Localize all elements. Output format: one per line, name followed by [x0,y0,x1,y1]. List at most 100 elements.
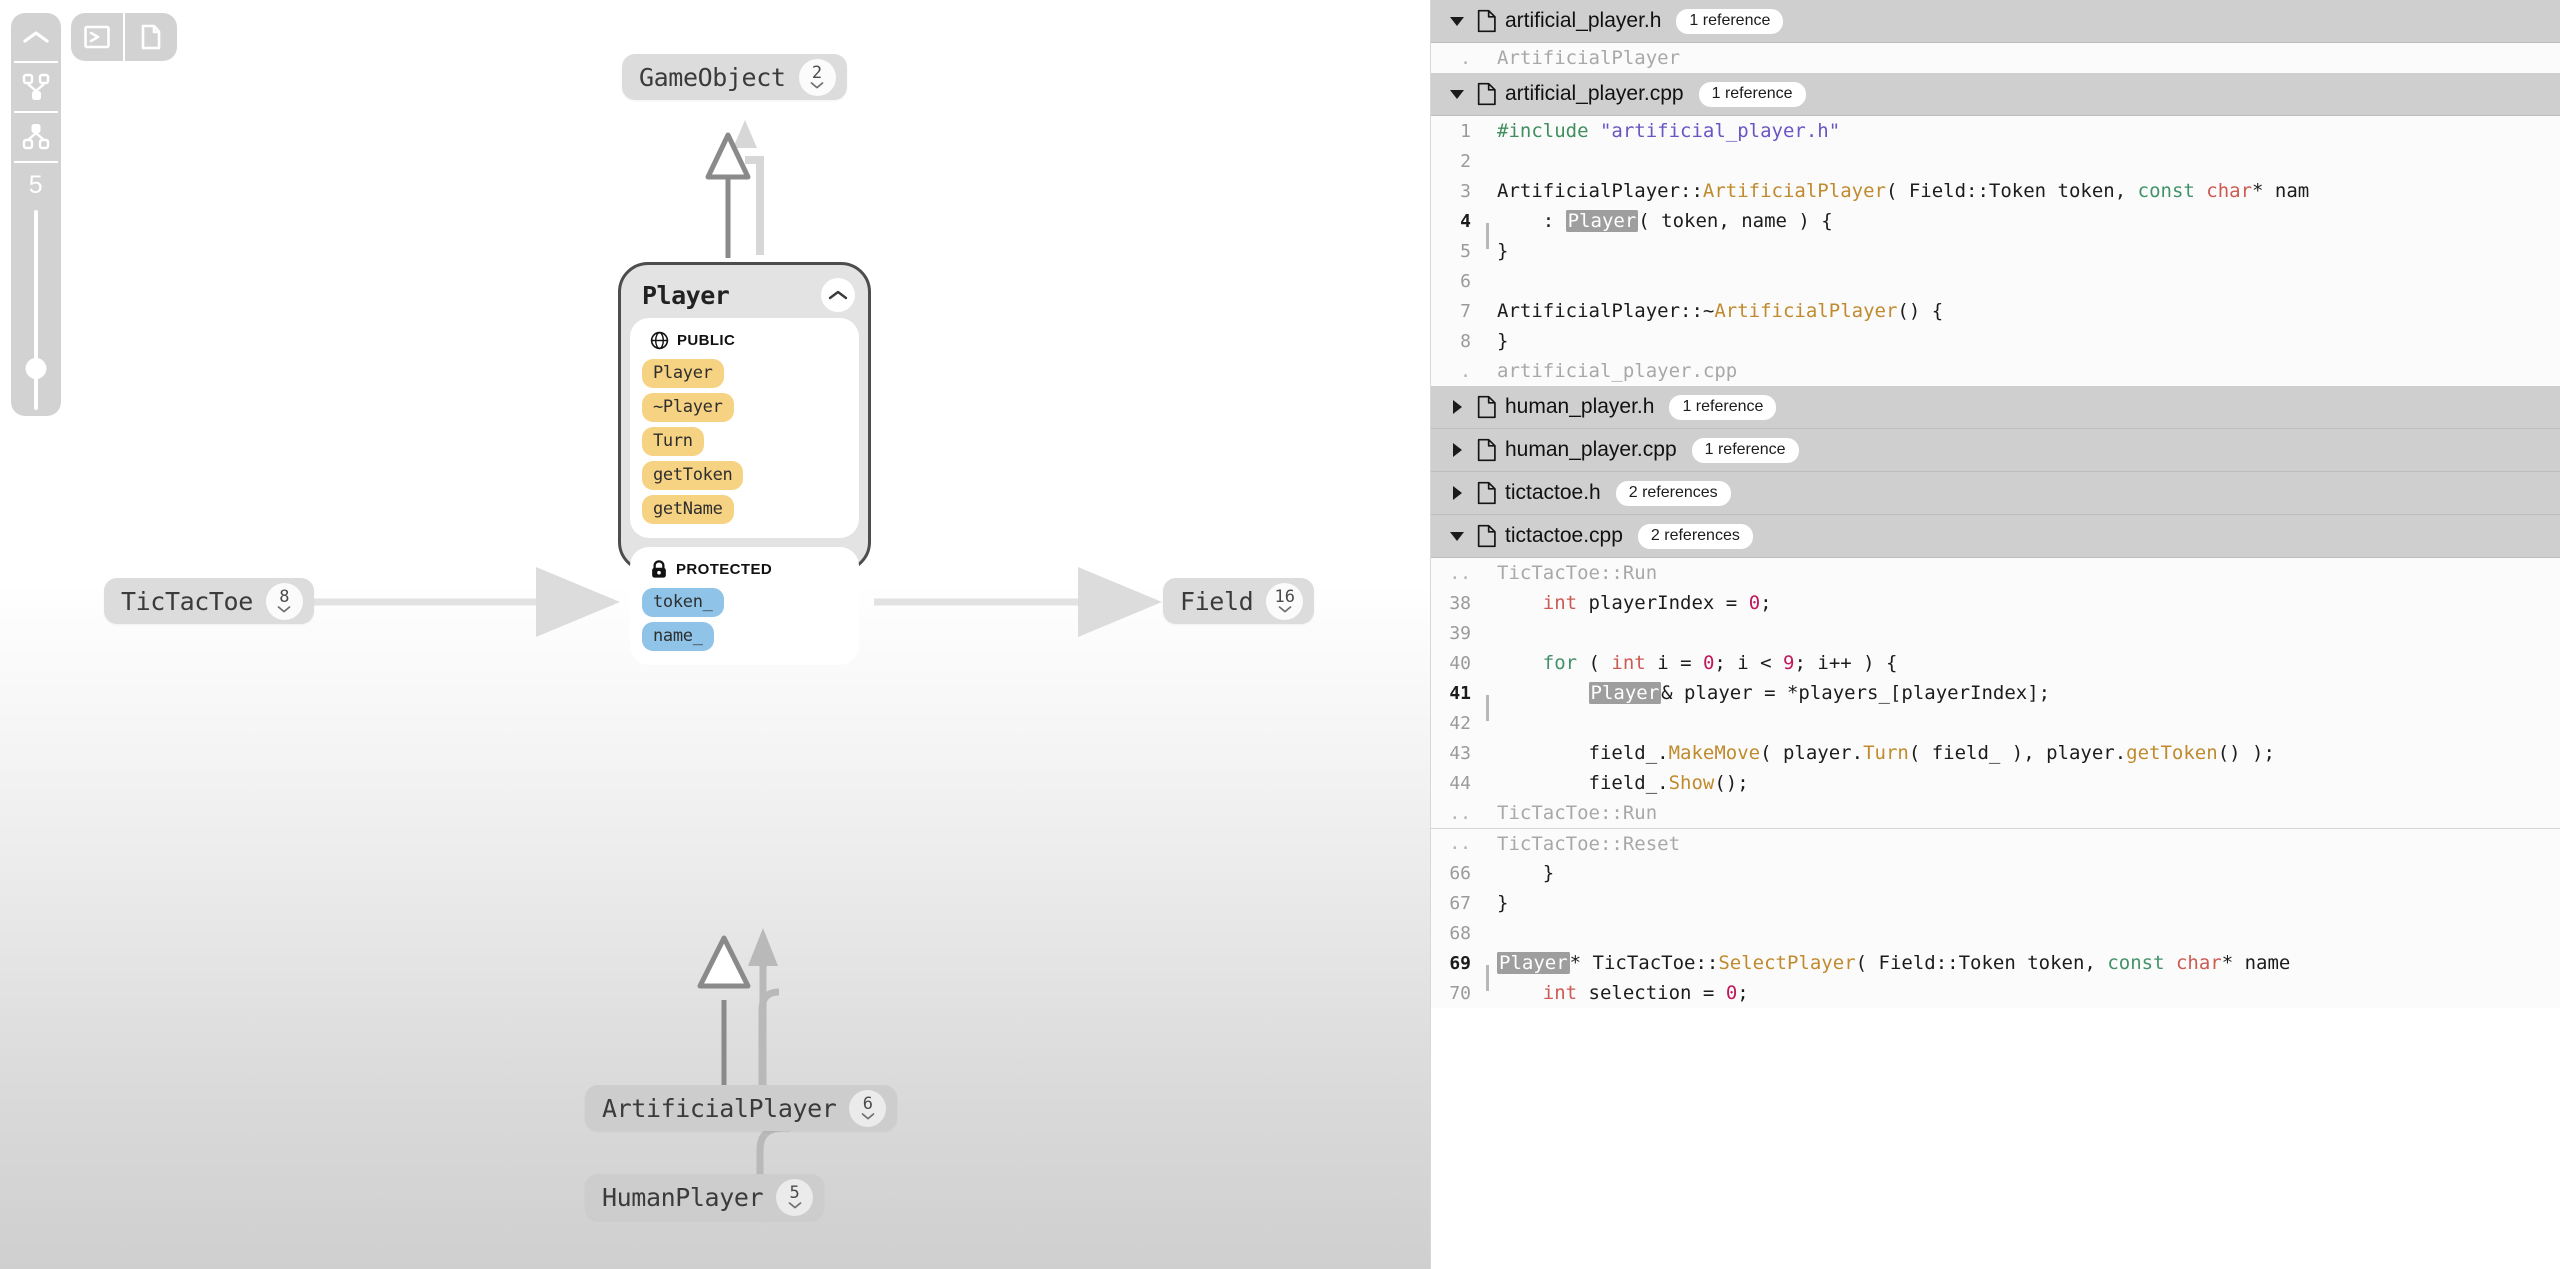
context-label: ArtificialPlayer [1497,47,1681,69]
chevron-right-icon[interactable] [1447,443,1467,457]
chevron-down-icon[interactable] [1447,89,1467,99]
code-line[interactable]: 2 [1431,146,2560,176]
code-context-row: . artificial_player.cpp [1431,356,2560,386]
code-block[interactable]: .. TicTacToe::Run38 int playerIndex = 0;3… [1431,558,2560,1008]
node-badge[interactable]: 2 [798,58,836,96]
code-line[interactable]: 39 [1431,618,2560,648]
line-number: 1 [1460,120,1471,142]
dependencies-graph-button[interactable] [11,113,61,161]
reference-count-badge: 1 reference [1676,8,1784,34]
code-token: ; i < [1714,652,1784,674]
file-row[interactable]: tictactoe.h 2 references [1431,472,2560,515]
code-token: SelectPlayer [1718,952,1856,974]
dependents-graph-button[interactable] [11,63,61,111]
member-chip[interactable]: getName [642,495,734,524]
member-chip[interactable]: ~Player [642,393,734,422]
file-row[interactable]: artificial_player.cpp 1 reference [1431,73,2560,116]
collapse-card-button[interactable] [821,278,855,312]
member-chip[interactable]: name_ [642,622,714,651]
code-line[interactable]: 66 } [1431,858,2560,888]
chevron-down-icon[interactable] [1447,531,1467,541]
node-badge[interactable]: 6 [849,1089,887,1127]
code-line[interactable]: 70 int selection = 0; [1431,978,2560,1008]
graph-canvas[interactable]: 5 GameObject 2 TicTacToe 8 Field 16 Arti… [0,0,1430,1269]
line-number: 7 [1460,300,1471,322]
code-line[interactable]: 7 ArtificialPlayer::~ArtificialPlayer() { [1431,296,2560,326]
code-token: int [1611,652,1646,674]
file-row[interactable]: tictactoe.cpp 2 references [1431,515,2560,558]
member-chip[interactable]: Turn [642,427,704,456]
member-chip[interactable]: getToken [642,461,744,490]
dependents-graph-icon [22,73,50,100]
code-token: :: [1680,180,1703,202]
node-humanplayer[interactable]: HumanPlayer 5 [585,1174,825,1220]
code-line[interactable]: 8} [1431,326,2560,356]
line-number: 39 [1449,622,1471,644]
file-name: tictactoe.cpp [1505,524,1623,547]
code-token: MakeMove [1668,742,1761,764]
references-panel[interactable]: artificial_player.h 1 reference. Artificia… [1430,0,2560,1269]
code-line[interactable]: 44 field_.Show(); [1431,768,2560,798]
code-line[interactable]: 68 [1431,918,2560,948]
code-line[interactable]: 69 Player * TicTacToe::SelectPlayer( Field… [1431,948,2560,991]
code-line[interactable]: 67} [1431,888,2560,918]
file-row[interactable]: human_player.cpp 1 reference [1431,429,2560,472]
code-line[interactable]: 42 [1431,708,2560,738]
canvas-top-buttons [71,13,177,61]
chevron-right-icon[interactable] [1447,486,1467,500]
node-badge[interactable]: 16 [1266,582,1304,620]
terminal-button[interactable] [71,13,123,61]
node-gameobject[interactable]: GameObject 2 [622,54,847,100]
file-row[interactable]: artificial_player.h 1 reference [1431,0,2560,43]
code-line[interactable]: 43 field_.MakeMove( player.Turn( field_ … [1431,738,2560,768]
file-button[interactable] [125,13,177,61]
node-badge[interactable]: 5 [776,1178,814,1216]
node-label: ArtificialPlayer [602,1093,837,1123]
file-icon [1475,438,1499,462]
collapse-up-button[interactable] [11,13,61,61]
depth-slider[interactable] [25,210,47,410]
node-artificialplayer[interactable]: ArtificialPlayer 6 [585,1085,898,1131]
node-field[interactable]: Field 16 [1163,578,1315,624]
line-number: 8 [1460,330,1471,352]
depth-slider-thumb[interactable] [25,358,47,379]
code-line[interactable]: 1 #include "artificial_player.h" [1431,116,2560,146]
code-line[interactable]: 41 Player & player = *players_[playerInde… [1431,678,2560,721]
section-protected-header: PROTECTED [642,560,847,579]
context-label: TicTacToe::Run [1497,562,1658,584]
file-name: artificial_player.cpp [1505,82,1684,105]
highlighted-symbol[interactable]: Player [1588,682,1662,704]
highlighted-symbol[interactable]: Player [1497,952,1570,974]
node-badge[interactable]: 8 [265,582,303,620]
file-icon [1475,9,1499,33]
code-line[interactable]: 38 int playerIndex = 0; [1431,588,2560,618]
code-line[interactable]: 40 for ( int i = 0; i < 9; i++ ) { [1431,648,2560,678]
code-line[interactable]: 3 ArtificialPlayer::ArtificialPlayer( Fie… [1431,176,2560,206]
context-label: TicTacToe::Reset [1497,832,1681,855]
file-icon [1475,481,1499,505]
reference-count-badge: 1 reference [1698,81,1806,107]
gutter: .. [1449,802,1471,824]
code-block[interactable]: 1 #include "artificial_player.h" 2 3 Artific… [1431,116,2560,386]
code-token: ( Field::Token token, [1885,180,2138,202]
node-tictactoe[interactable]: TicTacToe 8 [104,578,314,624]
chevron-right-icon[interactable] [1447,400,1467,414]
line-number: 41 [1449,682,1471,704]
code-line[interactable]: 6 [1431,266,2560,296]
chevron-down-icon[interactable] [1447,16,1467,26]
node-player-card[interactable]: Player PUBLIC Player ~Player Turn getTok… [618,262,871,665]
member-chip[interactable]: token_ [642,588,724,617]
member-chip[interactable]: Player [642,359,724,388]
highlighted-symbol[interactable]: Player [1565,210,1639,232]
gutter: . [1460,47,1471,69]
code-block[interactable]: . ArtificialPlayer [1431,43,2560,73]
code-line[interactable]: 5} [1431,236,2560,266]
code-token: * TicTacToe:: [1569,952,1719,974]
line-number: 40 [1449,652,1471,674]
file-row[interactable]: human_player.h 1 reference [1431,386,2560,429]
code-line[interactable]: 4 : Player( token, name ) { [1431,206,2560,249]
code-text: } [1493,862,1554,884]
file-icon [1477,524,1496,548]
code-token: ( player. [1760,742,1864,764]
